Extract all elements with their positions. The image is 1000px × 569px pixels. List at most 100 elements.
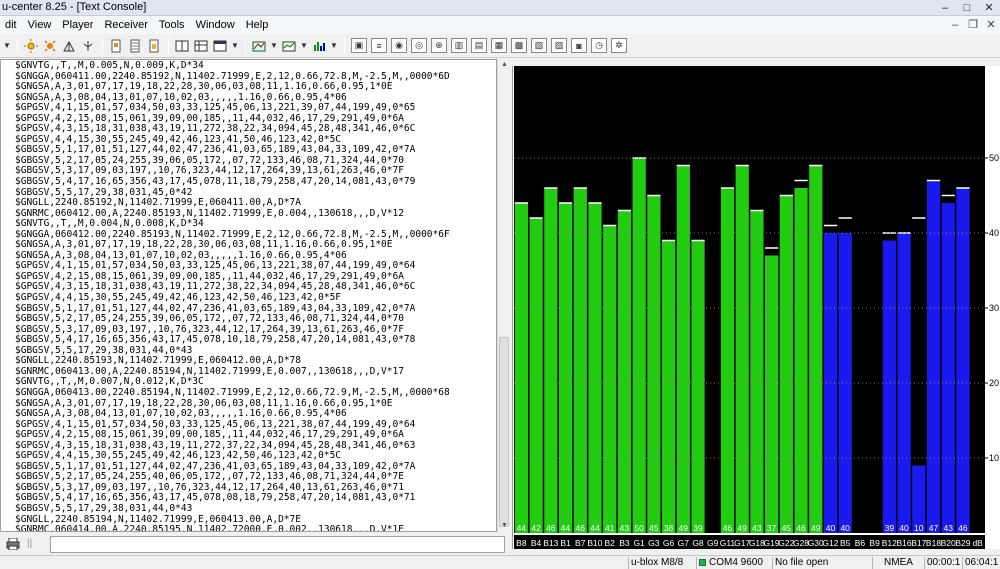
text-console-icon[interactable]: ≡ <box>371 38 387 53</box>
category-label: G6 <box>663 538 675 548</box>
console-line: $GNGSA,A,3,08,04,13,01,07,10,02,03,,,,,1… <box>15 408 347 420</box>
map-view-icon[interactable]: ▩ <box>511 38 527 53</box>
histogram-icon[interactable]: ▤ <box>471 38 487 53</box>
table-icon[interactable] <box>192 37 210 55</box>
scroll-down-icon[interactable]: ▼ <box>498 520 511 532</box>
sun-icon[interactable] <box>22 37 40 55</box>
console-scrollbar[interactable]: ▲ ▼ <box>497 59 510 532</box>
title-bar: u-center 8.25 - [Text Console] – □ ✕ <box>0 0 1000 16</box>
menu-view[interactable]: View <box>23 16 58 34</box>
document-edit-icon[interactable] <box>145 37 163 55</box>
signal-bar <box>956 188 970 533</box>
document-lines-icon[interactable] <box>126 37 144 55</box>
minimize-button[interactable]: – <box>934 1 956 15</box>
window-controls: – □ ✕ <box>934 0 1000 16</box>
dropdown-arrow-icon[interactable]: ▼ <box>230 37 240 55</box>
message-view-icon[interactable] <box>250 37 268 55</box>
mdi-restore-button[interactable]: ❐ <box>964 16 982 34</box>
signal-bar <box>514 203 529 533</box>
satellite-level-icon[interactable]: ▧ <box>531 38 547 53</box>
statistics-icon[interactable]: ▨ <box>551 38 567 53</box>
signal-bar <box>691 240 705 533</box>
antenna-icon[interactable] <box>79 37 97 55</box>
clock-icon[interactable]: ◷ <box>591 38 607 53</box>
scrollbar-thumb[interactable] <box>499 337 509 527</box>
bar-graph-icon[interactable] <box>310 37 328 55</box>
command-input[interactable] <box>50 536 505 553</box>
value-label: 43 <box>752 523 762 533</box>
maximize-button[interactable]: □ <box>956 1 978 15</box>
text-console[interactable]: $GNVTG,,T,,M,0.005,N,0.009,K,D*34 $GNGGA,… <box>0 59 497 532</box>
sun-burst-icon[interactable] <box>41 37 59 55</box>
pause-icon[interactable]: || <box>27 538 32 549</box>
binary-console-icon[interactable]: ◉ <box>391 38 407 53</box>
dropdown-arrow-icon[interactable]: ▼ <box>269 37 279 55</box>
window-icon[interactable] <box>211 37 229 55</box>
value-label: 46 <box>576 523 586 533</box>
category-label: B20 <box>941 538 956 548</box>
menu-edit[interactable]: dit <box>0 16 23 34</box>
menu-receiver[interactable]: Receiver <box>99 16 153 34</box>
toolbar-separator <box>102 36 103 55</box>
category-label: G9 <box>707 538 719 548</box>
value-label: 50 <box>634 523 644 533</box>
menu-help[interactable]: Help <box>241 16 275 34</box>
category-label: B1 <box>560 538 571 548</box>
value-label: 46 <box>958 523 968 533</box>
status-elapsed: 00:00:1 <box>924 557 962 569</box>
value-label: 46 <box>796 523 806 533</box>
mdi-controls: – ❐ ✕ <box>946 16 1000 34</box>
value-label: 44 <box>517 523 527 533</box>
status-port: COM4 9600 <box>696 557 772 569</box>
satellite-level-chart: 10 20 30 40 50 44 B8 42 B4 46 B13 44 B1 46 B7 44 B10 41 B2… <box>512 66 1000 549</box>
deviation-map-icon[interactable]: ⊕ <box>431 38 447 53</box>
status-file: No file open <box>772 557 872 569</box>
signal-bar <box>603 225 617 533</box>
toolbar-separator <box>168 36 169 55</box>
settings-icon[interactable]: ✲ <box>611 38 627 53</box>
console-line: $GBGSV,5,4,17,16,65,356,43,17,45,078,11,… <box>15 176 416 188</box>
dropdown-arrow-icon[interactable]: ▼ <box>329 37 339 55</box>
camera-icon[interactable]: ◙ <box>571 38 587 53</box>
scroll-up-icon[interactable]: ▲ <box>498 59 511 71</box>
dropdown-arrow-icon[interactable]: ▼ <box>299 37 309 55</box>
graph-icon[interactable] <box>280 37 298 55</box>
printer-icon[interactable] <box>6 537 20 551</box>
close-button[interactable]: ✕ <box>978 1 1000 15</box>
toolbar: ▼ ▼ ▼ ▼ ▼ ▣ ≡ ◉ ◎ ⊕ ▥ ▤ ▦ ▩ ▧ ▨ ◙ ◷ ✲ <box>0 34 1000 58</box>
mdi-close-button[interactable]: ✕ <box>982 16 1000 34</box>
category-label: G3 <box>648 538 660 548</box>
dropdown-arrow-icon[interactable]: ▼ <box>2 37 12 55</box>
split-window-icon[interactable] <box>173 37 191 55</box>
y-tick-label: 10 <box>989 453 999 463</box>
value-label: 41 <box>605 523 615 533</box>
value-label: 46 <box>546 523 556 533</box>
mdi-minimize-button[interactable]: – <box>946 16 964 34</box>
signal-bar <box>588 203 602 533</box>
toolbar-separator <box>245 36 246 55</box>
signal-bar <box>838 233 852 533</box>
menu-window[interactable]: Window <box>191 16 241 34</box>
category-label: G1 <box>633 538 645 548</box>
sky-view-icon[interactable]: ◎ <box>411 38 427 53</box>
signal-bar <box>779 195 793 533</box>
value-label: 39 <box>885 523 895 533</box>
table-view-icon[interactable]: ▦ <box>491 38 507 53</box>
signal-bar <box>720 188 735 533</box>
packet-console-icon[interactable]: ▣ <box>351 38 367 53</box>
console-line: $GNRMC,060414.00,A,2240.85195,N,11402.72… <box>15 524 404 532</box>
signal-bar <box>558 203 573 533</box>
app-window: u-center 8.25 - [Text Console] – □ ✕ dit… <box>0 0 1000 569</box>
document-icon[interactable] <box>107 37 125 55</box>
toolbar-separator <box>344 36 345 55</box>
category-label: B8 <box>516 538 527 548</box>
chart-view-icon[interactable]: ▥ <box>451 38 467 53</box>
menu-tools[interactable]: Tools <box>154 16 191 34</box>
menu-player[interactable]: Player <box>57 16 99 34</box>
signal-bar <box>617 210 632 533</box>
value-label: 46 <box>723 523 733 533</box>
category-label: B3 <box>619 538 630 548</box>
value-label: 45 <box>782 523 792 533</box>
satellite-dish-icon[interactable] <box>60 37 78 55</box>
status-bar: u-blox M8/8 COM4 9600 No file open NMEA … <box>0 555 1000 569</box>
